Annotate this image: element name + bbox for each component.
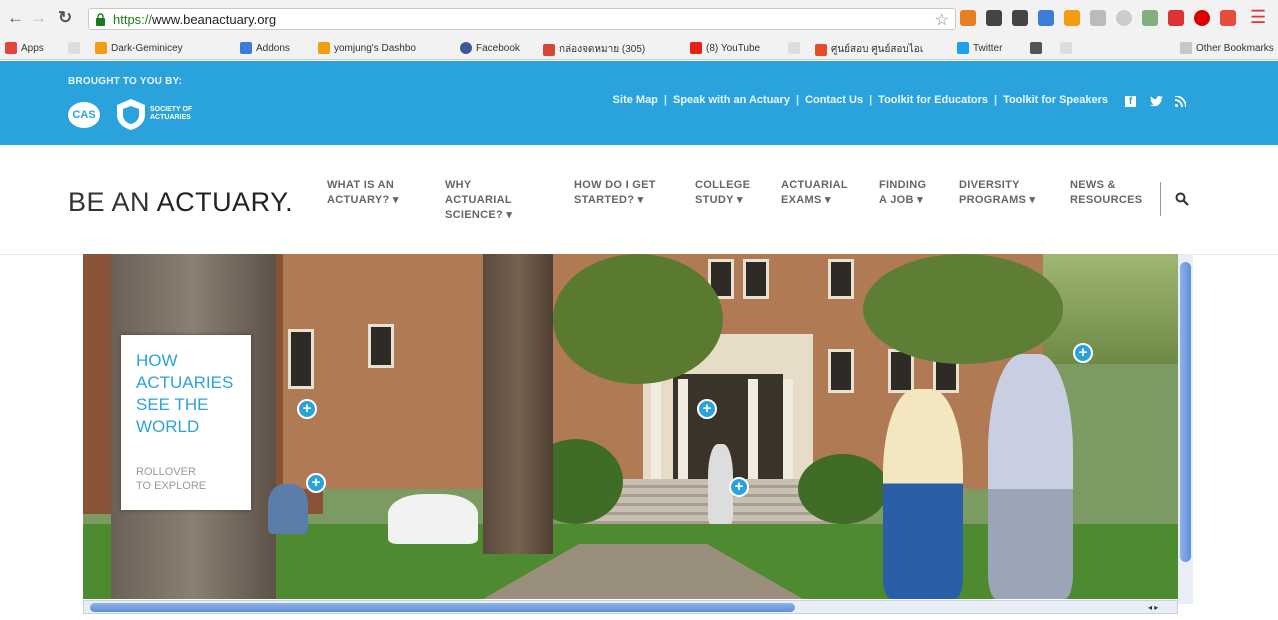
tree-trunk <box>483 254 553 554</box>
blogger-icon <box>95 42 107 54</box>
horizontal-scroll-thumb[interactable] <box>90 603 795 612</box>
bookmark-item[interactable]: Twitter <box>957 42 1002 54</box>
dashboard-icon <box>318 42 330 54</box>
bookmark-item[interactable] <box>1060 42 1072 54</box>
twitter-icon <box>957 42 969 54</box>
facebook-icon[interactable]: f <box>1125 96 1136 107</box>
stop-icon[interactable] <box>1194 10 1210 26</box>
contact-us-link[interactable]: Contact Us <box>805 94 863 106</box>
clock-icon[interactable] <box>1116 10 1132 26</box>
nav-why-actuarial-science[interactable]: WHY ACTUARIAL SCIENCE? ▾ <box>445 178 512 223</box>
bookmark-other[interactable]: Other Bookmarks <box>1180 42 1274 54</box>
browser-toolbar: ← → ↻ https://www.beanactuary.org ☆ ☰ <box>0 0 1278 38</box>
student-figure <box>883 389 963 599</box>
hero-overlay-card[interactable]: HOW ACTUARIES SEE THE WORLD ROLLOVER TO … <box>121 335 251 510</box>
address-bar[interactable]: https://www.beanactuary.org ☆ <box>88 8 956 30</box>
site-icon <box>815 43 827 56</box>
download-icon[interactable] <box>1142 10 1158 26</box>
url-text: https://www.beanactuary.org <box>113 12 276 27</box>
rss-icon[interactable] <box>1175 96 1186 107</box>
nav-diversity-programs[interactable]: DIVERSITY PROGRAMS ▾ <box>959 178 1035 208</box>
scroll-arrows-icon[interactable]: ◂ ▸ <box>1148 603 1158 612</box>
hero-subtitle: ROLLOVER TO EXPLORE <box>136 466 207 492</box>
hotspot-plus-icon[interactable]: + <box>697 399 717 419</box>
record-icon[interactable] <box>1168 10 1184 26</box>
bookmark-apps[interactable]: Apps <box>5 42 44 54</box>
soa-logo-text: SOCIETY OF ACTUARIES <box>150 106 193 121</box>
extension-icon[interactable] <box>1090 10 1106 26</box>
soa-shield-icon[interactable] <box>115 97 147 131</box>
student-figure <box>268 484 308 534</box>
nav-divider <box>1160 182 1161 216</box>
nav-news-resources[interactable]: NEWS & RESOURCES <box>1070 178 1142 208</box>
nav-actuarial-exams[interactable]: ACTUARIAL EXAMS ▾ <box>781 178 848 208</box>
extension-icon[interactable] <box>1038 10 1054 26</box>
speak-with-actuary-link[interactable]: Speak with an Actuary <box>673 94 790 106</box>
gmail-icon <box>543 43 555 56</box>
bookmark-item[interactable]: Facebook <box>460 42 520 54</box>
url-host: www.beanactuary.org <box>152 12 277 27</box>
page-icon <box>788 42 800 54</box>
bookmark-item[interactable]: ศูนย์สอบ ศูนย์สอบไอเ <box>815 42 923 57</box>
utility-links: Site Map | Speak with an Actuary | Contact U… <box>612 94 1108 106</box>
hotspot-plus-icon[interactable]: + <box>297 399 317 419</box>
reload-icon[interactable]: ↻ <box>58 9 72 27</box>
hotspot-plus-icon[interactable]: + <box>1073 343 1093 363</box>
bookmarks-bar: Apps Dark-Geminicey Addons yomjung's Das… <box>0 38 1278 60</box>
student-figure <box>388 494 478 544</box>
forward-arrow-icon[interactable]: → <box>30 9 47 27</box>
twitter-icon[interactable] <box>1150 96 1163 107</box>
folder-icon <box>1180 42 1192 54</box>
nav-college-study[interactable]: COLLEGE STUDY ▾ <box>695 178 750 208</box>
facebook-icon <box>460 42 472 54</box>
bookmark-item[interactable]: Addons <box>240 42 290 54</box>
bookmark-item[interactable] <box>788 42 800 54</box>
nav-how-do-i-get-started[interactable]: HOW DO I GET STARTED? ▾ <box>574 178 656 208</box>
folder-icon <box>1030 42 1042 54</box>
nav-what-is-an-actuary[interactable]: WHAT IS AN ACTUARY? ▾ <box>327 178 399 208</box>
bookmark-item[interactable] <box>1030 42 1042 54</box>
download-icon[interactable] <box>986 10 1002 26</box>
apps-icon <box>5 42 17 54</box>
bookmark-star-icon[interactable]: ☆ <box>935 10 949 30</box>
hero-title: HOW ACTUARIES SEE THE WORLD <box>136 351 234 436</box>
bookmark-item[interactable]: Dark-Geminicey <box>95 42 183 54</box>
cas-logo[interactable]: CAS <box>68 102 100 128</box>
download-icon[interactable] <box>960 10 976 26</box>
toolkit-speakers-link[interactable]: Toolkit for Speakers <box>1003 94 1108 106</box>
horizontal-scrollbar[interactable] <box>83 600 1178 614</box>
youtube-icon <box>690 42 702 54</box>
student-figure <box>988 354 1073 599</box>
nav-finding-a-job[interactable]: FINDING A JOB ▾ <box>879 178 926 208</box>
page-icon <box>1060 42 1072 54</box>
bookmark-item[interactable]: กล่องจดหมาย (305) <box>543 42 645 57</box>
url-scheme: https:// <box>113 12 153 27</box>
download-icon[interactable] <box>1012 10 1028 26</box>
brought-by-label: BROUGHT TO YOU BY: <box>68 76 183 87</box>
site-logo[interactable]: BE AN ACTUARY. <box>68 187 293 218</box>
hotspot-plus-icon[interactable]: + <box>306 473 326 493</box>
bookmark-item[interactable]: (8) YouTube <box>690 42 760 54</box>
bookmark-item[interactable] <box>68 42 80 54</box>
browser-chrome: ← → ↻ https://www.beanactuary.org ☆ ☰ Ap… <box>0 0 1278 60</box>
lock-icon <box>96 13 105 26</box>
vertical-scroll-thumb[interactable] <box>1180 262 1191 562</box>
vertical-scrollbar[interactable] <box>1178 254 1193 604</box>
search-icon[interactable] <box>1175 192 1189 206</box>
site-map-link[interactable]: Site Map <box>613 94 658 106</box>
pocket-icon[interactable] <box>1220 10 1236 26</box>
extension-icon[interactable] <box>1064 10 1080 26</box>
addons-icon <box>240 42 252 54</box>
bookmark-item[interactable]: yomjung's Dashbo <box>318 42 416 54</box>
menu-icon[interactable]: ☰ <box>1250 8 1266 26</box>
page-icon <box>68 42 80 54</box>
hotspot-plus-icon[interactable]: + <box>729 477 749 497</box>
back-arrow-icon[interactable]: ← <box>7 9 24 27</box>
toolkit-educators-link[interactable]: Toolkit for Educators <box>878 94 988 106</box>
